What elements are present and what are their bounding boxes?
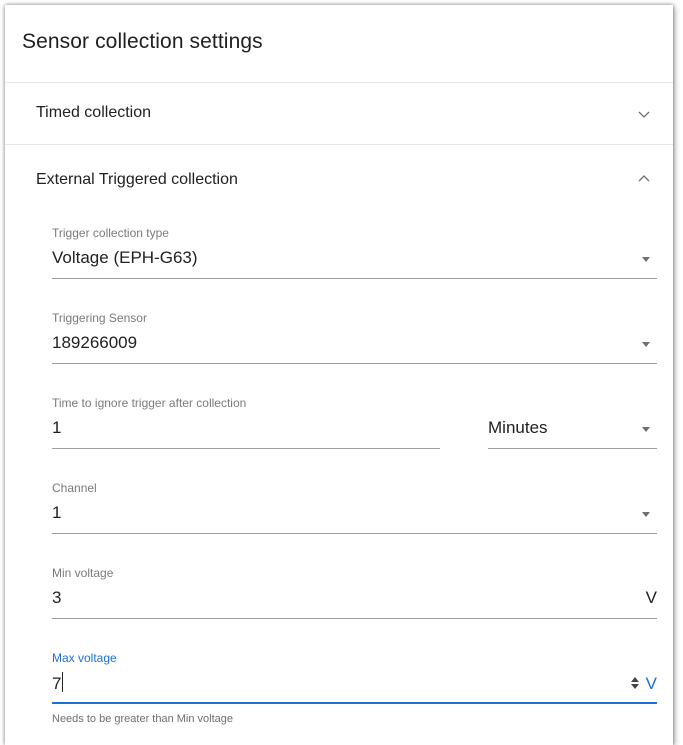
ignore-time-unit-select[interactable]: Minutes — [488, 391, 657, 451]
min-voltage-underline — [52, 618, 657, 619]
ignore-time-unit-value: Minutes — [488, 418, 548, 437]
min-voltage-value: 3 — [52, 588, 62, 607]
ignore-time-label: Time to ignore trigger after collection — [52, 396, 247, 410]
text-cursor — [62, 672, 63, 692]
ignore-time-underline — [52, 448, 440, 449]
dropdown-arrow-icon — [642, 427, 650, 432]
channel-select[interactable]: Channel 1 — [52, 476, 657, 536]
max-voltage-underline — [52, 702, 657, 704]
number-spinner-icon[interactable] — [630, 676, 640, 690]
ignore-time-input[interactable]: Time to ignore trigger after collection … — [52, 391, 440, 451]
triggering-sensor-underline — [52, 363, 657, 364]
max-voltage-suffix: V — [645, 674, 657, 693]
dropdown-arrow-icon — [642, 257, 650, 262]
timed-collection-panel-header[interactable]: Timed collection — [5, 83, 673, 143]
min-voltage-label: Min voltage — [52, 566, 114, 580]
screen: Sensor collection settings Timed collect… — [0, 0, 683, 745]
min-voltage-input[interactable]: Min voltage 3 V — [52, 561, 657, 621]
ignore-time-value: 1 — [52, 418, 62, 437]
channel-underline — [52, 533, 657, 534]
chevron-up-icon — [638, 175, 650, 182]
ignore-time-unit-underline — [488, 448, 657, 449]
trigger-collection-type-value: Voltage (EPH-G63) — [52, 248, 198, 267]
min-voltage-suffix: V — [645, 588, 657, 607]
dropdown-arrow-icon — [642, 342, 650, 347]
settings-card: Sensor collection settings Timed collect… — [5, 5, 673, 745]
timed-collection-label: Timed collection — [36, 104, 152, 121]
external-triggered-label: External Triggered collection — [36, 171, 238, 188]
card-title: Sensor collection settings — [22, 30, 263, 53]
triggering-sensor-label: Triggering Sensor — [52, 311, 147, 325]
channel-value: 1 — [52, 503, 62, 522]
channel-label: Channel — [52, 481, 97, 495]
max-voltage-hint: Needs to be greater than Min voltage — [52, 713, 234, 725]
trigger-collection-type-label: Trigger collection type — [52, 226, 169, 240]
trigger-collection-type-select[interactable]: Trigger collection type Voltage (EPH-G63… — [52, 221, 657, 281]
trigger-collection-type-underline — [52, 278, 657, 279]
external-triggered-panel-header[interactable]: External Triggered collection — [5, 145, 673, 205]
triggering-sensor-value: 189266009 — [52, 333, 138, 352]
max-voltage-input[interactable]: Max voltage 7 V — [52, 646, 657, 706]
chevron-down-icon — [638, 111, 650, 118]
max-voltage-label: Max voltage — [52, 651, 117, 665]
dropdown-arrow-icon — [642, 512, 650, 517]
max-voltage-value: 7 — [52, 674, 62, 693]
triggering-sensor-select[interactable]: Triggering Sensor 189266009 — [52, 306, 657, 366]
